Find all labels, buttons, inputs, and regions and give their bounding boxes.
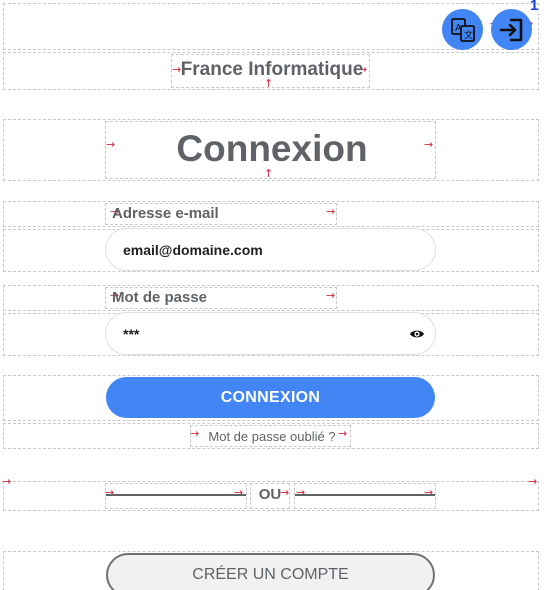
- guide-arrow: →: [296, 486, 306, 499]
- layout-guide: [3, 285, 539, 311]
- guide-arrow: →: [2, 475, 12, 488]
- guide-arrow: →: [528, 475, 538, 488]
- layout-guide: [105, 483, 247, 509]
- page-title: Connexion: [176, 128, 368, 169]
- email-label: Adresse e-mail: [112, 205, 219, 222]
- logout-icon: [499, 18, 522, 41]
- guide-arrow: →: [105, 486, 115, 499]
- email-field[interactable]: email@domaine.com: [105, 228, 436, 271]
- translate-icon: A 文: [450, 17, 475, 42]
- logout-button[interactable]: [491, 9, 532, 50]
- guide-arrow: →: [424, 486, 434, 499]
- login-button[interactable]: CONNEXION: [106, 377, 435, 418]
- guide-arrow: →: [326, 205, 336, 218]
- password-field[interactable]: ***: [105, 312, 436, 355]
- password-value: ***: [123, 325, 140, 342]
- svg-text:文: 文: [464, 29, 473, 41]
- guide-arrow: →: [234, 486, 244, 499]
- or-label: OU: [258, 486, 282, 503]
- password-label: Mot de passe: [112, 289, 208, 306]
- notification-badge: 1: [530, 0, 539, 14]
- forgot-password-link[interactable]: Mot de passe oublié ?: [0, 429, 544, 444]
- layout-guide: [3, 201, 539, 227]
- layout-guide: [294, 483, 436, 509]
- brand-name: France Informatique: [180, 59, 364, 80]
- eye-icon[interactable]: [409, 326, 425, 342]
- email-value: email@domaine.com: [123, 241, 263, 258]
- divider-left: [106, 494, 246, 496]
- divider-right: [295, 494, 435, 496]
- guide-arrow: →: [326, 289, 336, 302]
- translate-button[interactable]: A 文: [442, 9, 483, 50]
- create-account-button[interactable]: CRÉER UN COMPTE: [106, 553, 435, 590]
